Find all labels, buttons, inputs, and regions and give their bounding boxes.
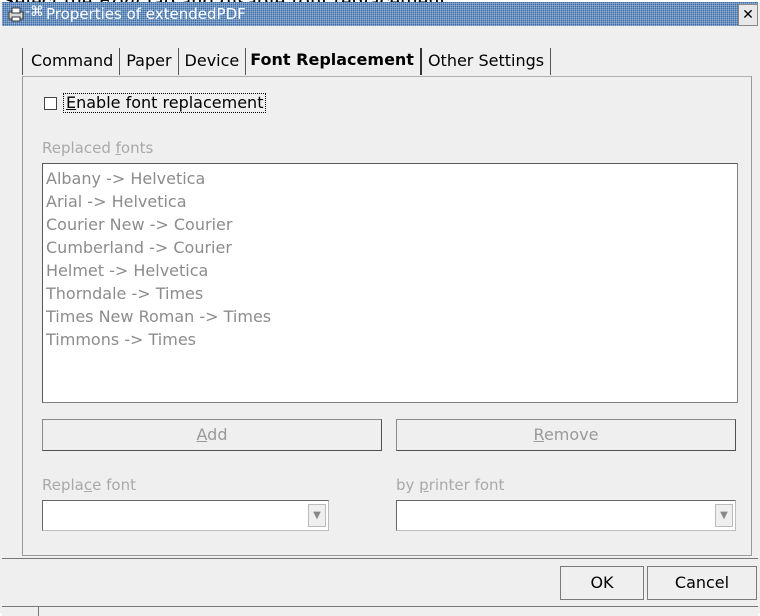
remove-label-text: emove xyxy=(543,425,599,444)
list-item[interactable]: Arial -> Helvetica xyxy=(43,190,737,213)
printer-font-label-pre: by xyxy=(396,476,420,494)
enable-font-replacement-checkbox[interactable] xyxy=(44,96,57,110)
printer-font-label: by printer font xyxy=(396,476,504,494)
printer-icon[interactable] xyxy=(8,6,24,22)
chevron-down-icon[interactable]: ▼ xyxy=(308,504,326,527)
replaced-fonts-label-post: onts xyxy=(120,139,154,157)
tab-paper[interactable]: Paper xyxy=(120,48,179,75)
list-item[interactable]: Cumberland -> Courier xyxy=(43,236,737,259)
replaced-fonts-label: Replaced fonts xyxy=(42,139,153,157)
tab-command[interactable]: Command xyxy=(22,48,121,75)
mnemonic-e: E xyxy=(66,93,77,112)
add-button[interactable]: Add xyxy=(42,419,382,451)
close-button[interactable]: ✕ xyxy=(738,4,758,26)
remove-button[interactable]: Remove xyxy=(396,419,736,451)
title-bar[interactable]: -⌘ Properties of extendedPDF ✕ xyxy=(2,2,758,26)
footer-divider xyxy=(2,558,758,559)
ok-button[interactable]: OK xyxy=(560,566,644,600)
mnemonic-p: p xyxy=(419,476,429,494)
tab-bar: Command Paper Device Font Replacement Ot… xyxy=(22,48,552,78)
chevron-down-icon[interactable]: ▼ xyxy=(715,504,733,527)
list-item[interactable]: Courier New -> Courier xyxy=(43,213,737,236)
enable-label-text: nable font replacement xyxy=(76,93,264,112)
pin-icon[interactable]: -⌘ xyxy=(25,4,44,20)
replace-font-label-pre: Repla xyxy=(42,476,84,494)
replace-font-combobox[interactable]: ▼ xyxy=(42,500,329,531)
tab-device[interactable]: Device xyxy=(178,48,247,75)
status-strip xyxy=(2,606,758,616)
window-title: Properties of extendedPDF xyxy=(46,5,246,23)
mnemonic-c: c xyxy=(83,476,93,494)
replace-font-label-post: e font xyxy=(92,476,136,494)
replaced-fonts-list[interactable]: Albany -> Helvetica Arial -> Helvetica C… xyxy=(42,163,738,403)
tab-font-replacement[interactable]: Font Replacement xyxy=(246,48,422,75)
replaced-fonts-label-pre: Replaced xyxy=(42,139,116,157)
enable-font-replacement-row[interactable]: Enable font replacement xyxy=(44,93,267,113)
tab-other-settings[interactable]: Other Settings xyxy=(421,48,552,75)
add-label-text: dd xyxy=(207,425,228,444)
list-item[interactable]: Thorndale -> Times xyxy=(43,282,737,305)
mnemonic-r: R xyxy=(533,425,544,444)
properties-dialog: -⌘ Properties of extendedPDF ✕ Command P… xyxy=(0,2,760,616)
enable-font-replacement-label[interactable]: Enable font replacement xyxy=(63,93,267,113)
list-item[interactable]: Helmet -> Helvetica xyxy=(43,259,737,282)
close-icon: ✕ xyxy=(742,7,754,23)
list-item[interactable]: Times New Roman -> Times xyxy=(43,305,737,328)
mnemonic-a: A xyxy=(196,425,208,444)
list-item[interactable]: Timmons -> Times xyxy=(43,328,737,351)
printer-font-label-post: rinter font xyxy=(428,476,505,494)
printer-font-combobox[interactable]: ▼ xyxy=(396,500,736,531)
list-item[interactable]: Albany -> Helvetica xyxy=(43,167,737,190)
strip-notch xyxy=(28,607,39,616)
cancel-button[interactable]: Cancel xyxy=(647,566,757,600)
replace-font-label: Replace font xyxy=(42,476,136,494)
